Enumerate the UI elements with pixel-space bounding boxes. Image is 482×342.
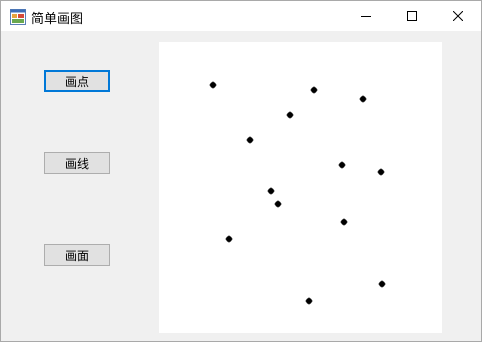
app-form-icon [10, 9, 26, 25]
close-icon [453, 11, 463, 21]
canvas-point [378, 280, 386, 288]
canvas-point [267, 187, 275, 195]
draw-point-button[interactable]: 画点 [44, 70, 110, 92]
minimize-icon [361, 11, 371, 21]
canvas-point [340, 218, 348, 226]
canvas-point [209, 81, 217, 89]
canvas-point [359, 95, 367, 103]
canvas-point [377, 168, 385, 176]
canvas-point [338, 161, 346, 169]
canvas-point [305, 297, 313, 305]
drawing-canvas[interactable] [159, 42, 442, 333]
maximize-button[interactable] [389, 1, 435, 31]
title-bar[interactable]: 简单画图 [1, 1, 481, 31]
canvas-point [310, 86, 318, 94]
canvas-point [274, 200, 282, 208]
canvas-point [225, 235, 233, 243]
maximize-icon [407, 11, 417, 21]
draw-line-button[interactable]: 画线 [44, 152, 110, 174]
app-window: 简单画图 画点 画线 画面 [0, 0, 482, 342]
minimize-button[interactable] [343, 1, 389, 31]
canvas-point [286, 111, 294, 119]
canvas-points-layer [209, 81, 386, 305]
canvas-point [246, 136, 254, 144]
close-button[interactable] [435, 1, 481, 31]
draw-surface-button[interactable]: 画面 [44, 244, 110, 266]
window-title: 简单画图 [31, 12, 84, 27]
